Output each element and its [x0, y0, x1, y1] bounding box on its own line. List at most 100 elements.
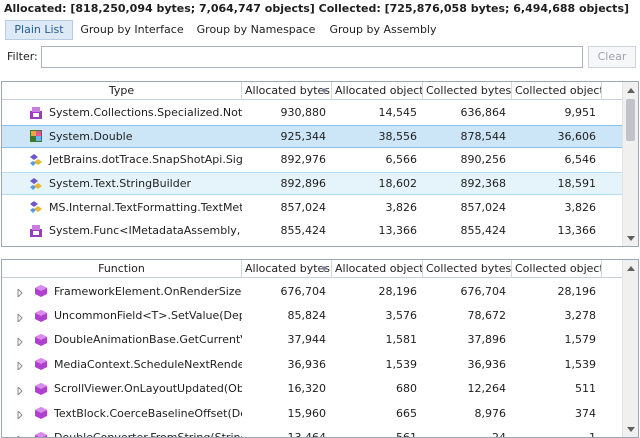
collected-bytes-cell: 36,936 — [467, 357, 507, 371]
scroll-up-icon[interactable] — [623, 82, 638, 98]
type-name-cell: JetBrains.dotTrace.SnapShotApi.Signatu — [2, 153, 242, 167]
collected-bytes-cell: 12,264 — [467, 382, 507, 396]
allocated-objects-cell: 1,539 — [385, 357, 418, 371]
function-name: ScrollViewer.OnLayoutUpdated(Object s — [54, 382, 242, 396]
expand-arrow-icon[interactable] — [16, 434, 24, 437]
expand-arrow-icon[interactable] — [16, 385, 24, 396]
table-row[interactable]: System.Double 925,344 38,556 878,544 36,606 — [2, 124, 622, 149]
type-name-cell: System.Collections.Specialized.NotifyCo — [2, 106, 242, 120]
table-row[interactable]: DoubleConverter.FromString(String valu 13… — [2, 425, 622, 438]
allocated-bytes-cell: 13,464 — [287, 431, 327, 438]
filter-input[interactable] — [41, 46, 583, 68]
function-name-cell: UncommonField<T>.SetValue(Depender — [2, 309, 242, 323]
function-name-cell: FrameworkElement.OnRenderSizeChang — [2, 284, 242, 299]
clear-button[interactable]: Clear — [588, 46, 636, 68]
function-name-cell: TextBlock.CoerceBaselineOffset(Depend — [2, 406, 242, 421]
function-name: FrameworkElement.OnRenderSizeChang — [54, 284, 242, 298]
types-table-rows: System.Collections.Specialized.NotifyCo 9… — [2, 101, 622, 243]
column-header-allocated-bytes[interactable]: Allocated bytes ▼ — [242, 260, 332, 278]
collected-bytes-cell: 892,368 — [460, 177, 507, 191]
expand-arrow-icon[interactable] — [16, 312, 24, 323]
column-header-function[interactable]: Function — [2, 260, 242, 278]
column-header-allocated-objects[interactable]: Allocated objects — [332, 260, 423, 278]
generic-class-icon — [29, 153, 43, 167]
type-name: System.Collections.Specialized.NotifyCo — [49, 106, 242, 120]
generic-class-icon — [29, 200, 43, 214]
table-row[interactable]: JetBrains.dotTrace.SnapShotApi.Signatu 89… — [2, 148, 622, 172]
allocated-objects-cell: 3,576 — [385, 309, 418, 323]
column-header-collected-objects[interactable]: Collected objects — [512, 82, 602, 100]
column-header-label: Allocated bytes — [245, 262, 331, 275]
expand-arrow-icon[interactable] — [16, 409, 24, 421]
table-row[interactable]: DoubleAnimationBase.GetCurrentValue(37,9… — [2, 328, 622, 352]
column-header-collected-bytes[interactable]: Collected bytes — [423, 260, 512, 278]
collected-bytes-cell: 878,544 — [460, 129, 507, 143]
tab-plain-list[interactable]: Plain List — [5, 20, 73, 40]
column-header-type[interactable]: Type — [2, 82, 242, 100]
column-header-allocated-bytes[interactable]: Allocated bytes ▼ — [242, 82, 332, 100]
allocated-bytes-cell: 855,424 — [280, 224, 327, 238]
function-name: UncommonField<T>.SetValue(Depender — [54, 309, 242, 323]
types-scroll-thumb[interactable] — [626, 99, 635, 141]
method-icon — [34, 406, 48, 420]
collected-objects-cell: 18,591 — [557, 177, 597, 191]
collected-objects-cell: 3,826 — [564, 200, 597, 214]
sort-descending-icon: ▼ — [321, 87, 327, 95]
type-name-cell: System.Func<IMetadataAssembly, Boo — [2, 224, 242, 238]
scroll-down-icon[interactable] — [623, 421, 638, 437]
table-row[interactable]: MediaContext.ScheduleNextRenderOp(T 36,93… — [2, 352, 622, 376]
column-header-label: Allocated bytes — [245, 84, 331, 97]
table-row[interactable]: TextBlock.CoerceBaselineOffset(Depend 15,… — [2, 401, 622, 425]
table-row[interactable]: System.Text.StringBuilder 892,896 18,602 89… — [2, 171, 622, 196]
collected-bytes-cell: 78,672 — [467, 309, 507, 323]
struct-icon — [29, 129, 43, 143]
functions-scrollbar[interactable] — [622, 260, 638, 437]
function-name: TextBlock.CoerceBaselineOffset(Depend — [54, 406, 242, 420]
filter-label: Filter: — [7, 50, 38, 63]
collected-objects-cell: 1 — [589, 431, 596, 438]
type-name: System.Func<IMetadataAssembly, Boo — [49, 224, 242, 238]
allocated-bytes-cell: 892,976 — [280, 153, 327, 167]
collected-bytes-cell: 855,424 — [460, 224, 507, 238]
expand-arrow-icon[interactable] — [16, 360, 24, 372]
generic-class-icon — [29, 177, 43, 191]
collected-bytes-cell: 24 — [492, 431, 506, 438]
tab-group-by-assembly[interactable]: Group by Assembly — [321, 20, 445, 40]
table-row[interactable]: FrameworkElement.OnRenderSizeChang 676,70… — [2, 279, 622, 303]
functions-table: Function Allocated bytes ▼ Allocated obje… — [1, 259, 639, 438]
column-header-collected-bytes[interactable]: Collected bytes — [423, 82, 512, 100]
allocated-objects-cell: 1,581 — [385, 333, 418, 347]
allocated-objects-cell: 6,566 — [385, 153, 418, 167]
expand-arrow-icon[interactable] — [16, 287, 24, 299]
allocated-bytes-cell: 925,344 — [280, 129, 327, 143]
type-name: JetBrains.dotTrace.SnapShotApi.Signatu — [49, 153, 242, 167]
method-icon — [34, 284, 48, 298]
function-name-cell: DoubleConverter.FromString(String valu — [2, 431, 242, 437]
column-header-collected-objects[interactable]: Collected objects — [512, 260, 602, 278]
sort-descending-icon: ▼ — [321, 265, 327, 273]
tab-group-by-namespace[interactable]: Group by Namespace — [191, 20, 321, 40]
collected-objects-cell: 6,546 — [564, 153, 597, 167]
collected-bytes-cell: 8,976 — [474, 406, 507, 420]
scroll-down-icon[interactable] — [623, 230, 638, 246]
scroll-up-icon[interactable] — [623, 260, 638, 276]
collected-objects-cell: 28,196 — [557, 284, 597, 298]
column-header-allocated-objects[interactable]: Allocated objects — [332, 82, 423, 100]
expand-arrow-icon[interactable] — [16, 336, 24, 347]
allocated-objects-cell: 3,826 — [385, 200, 418, 214]
allocated-bytes-cell: 37,944 — [287, 333, 327, 347]
tab-group-by-interface[interactable]: Group by Interface — [73, 20, 191, 40]
collected-bytes-cell: 857,024 — [460, 200, 507, 214]
type-name-cell: System.Text.StringBuilder — [2, 177, 242, 191]
allocation-summary: Allocated: [818,250,094 bytes; 7,064,747… — [4, 2, 630, 15]
table-row[interactable]: System.Func<IMetadataAssembly, Boo 855,42… — [2, 219, 622, 243]
table-row[interactable]: System.Collections.Specialized.NotifyCo 9… — [2, 101, 622, 125]
type-name: System.Double — [49, 129, 133, 143]
table-row[interactable]: ScrollViewer.OnLayoutUpdated(Object s 16,… — [2, 377, 622, 401]
collected-bytes-cell: 37,896 — [467, 333, 507, 347]
table-row[interactable]: MS.Internal.TextFormatting.TextMetrics 85… — [2, 195, 622, 219]
types-scrollbar[interactable] — [622, 82, 638, 246]
allocated-bytes-cell: 676,704 — [280, 284, 327, 298]
table-row[interactable]: UncommonField<T>.SetValue(Depender 85,824… — [2, 303, 622, 327]
collected-bytes-cell: 890,256 — [460, 153, 507, 167]
